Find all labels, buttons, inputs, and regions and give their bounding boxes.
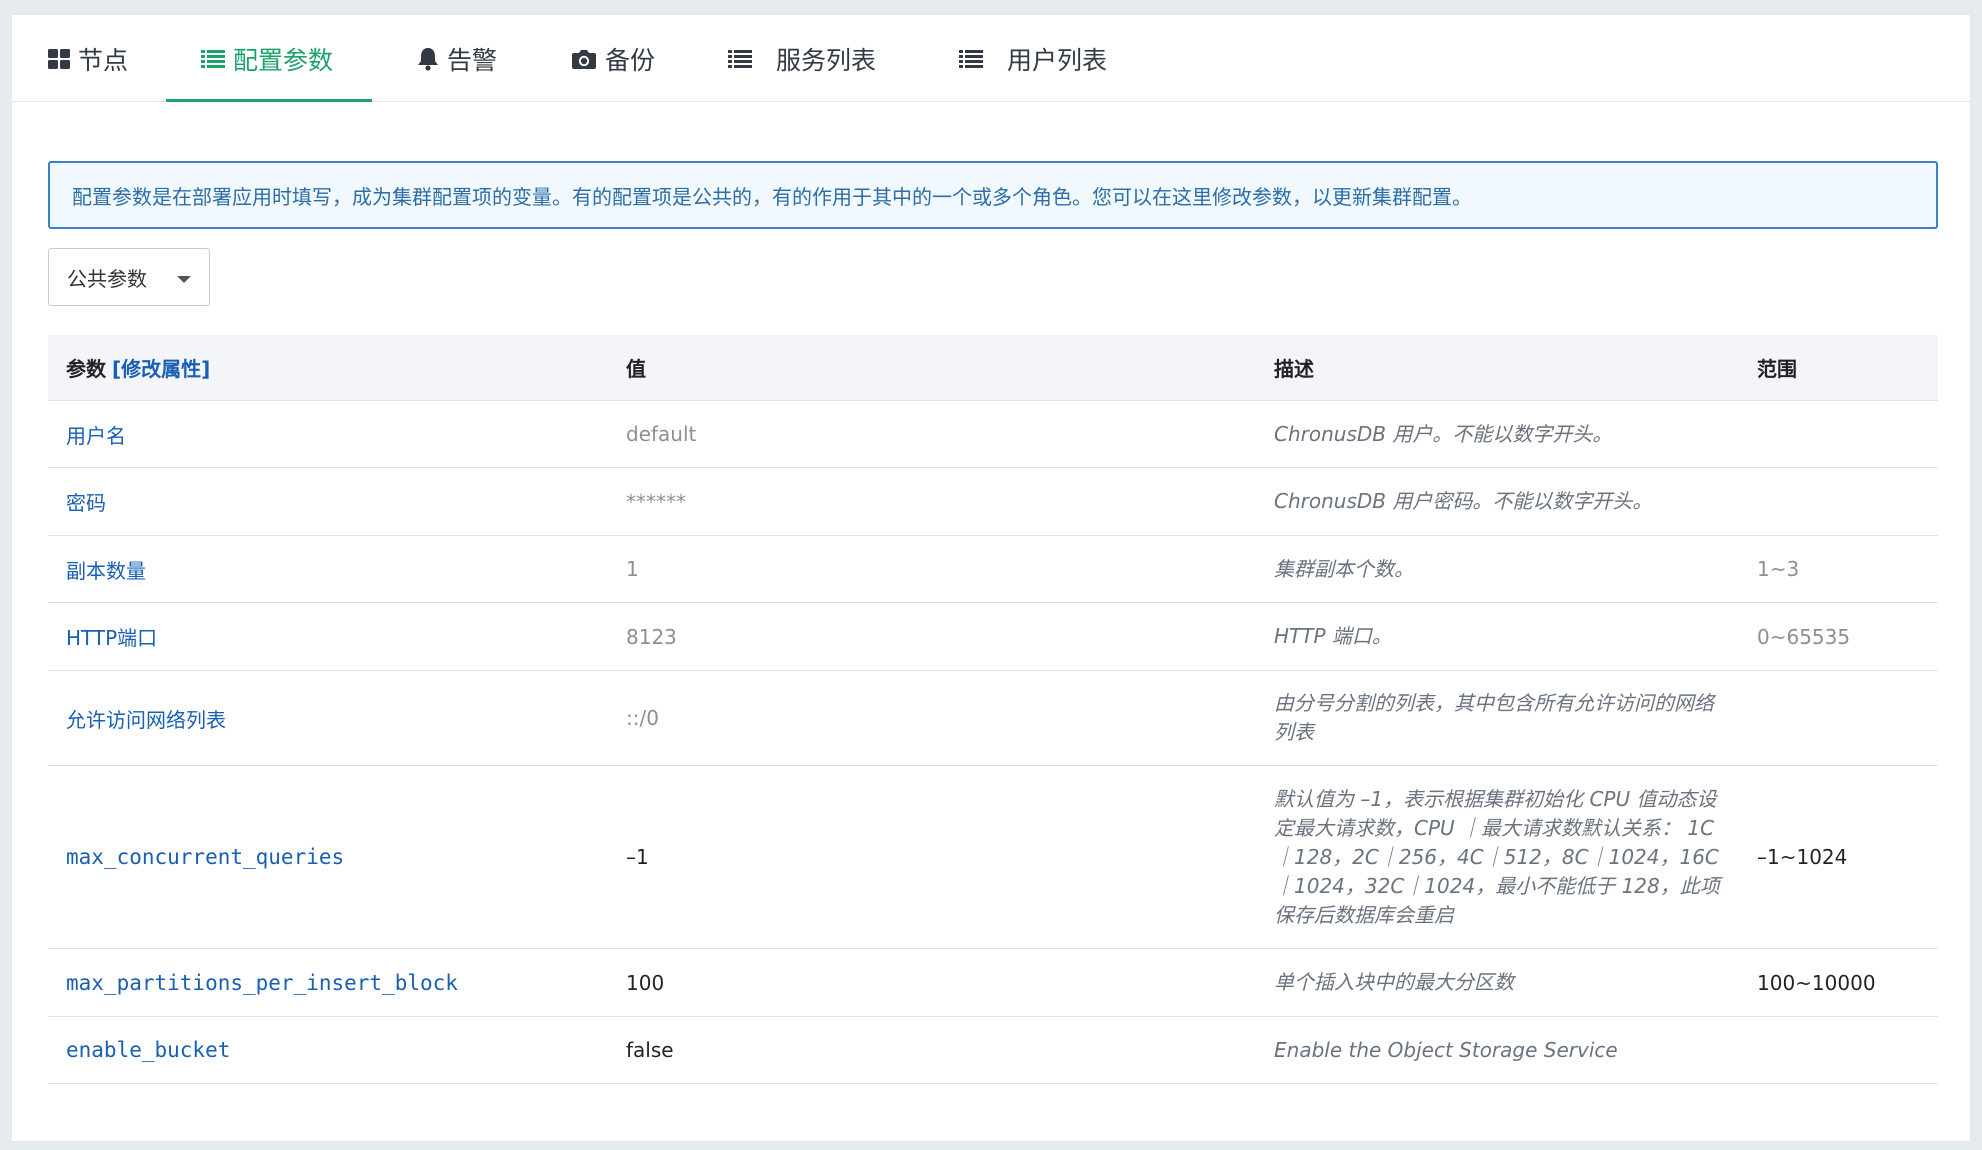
tab-nodes[interactable]: 节点	[48, 15, 128, 102]
param-name[interactable]: enable_bucket	[66, 1017, 230, 1083]
tab-label: 服务列表	[776, 45, 877, 75]
param-range: –1~1024	[1757, 845, 1848, 869]
info-alert: 配置参数是在部署应用时填写，成为集群配置项的变量。有的配置项是公共的，有的作用于…	[48, 161, 1938, 229]
bell-icon	[417, 47, 439, 71]
param-value: ******	[626, 489, 686, 514]
param-desc: HTTP 端口。	[1274, 624, 1392, 648]
param-name[interactable]: max_concurrent_queries	[66, 766, 344, 948]
header-param: 参数 [修改属性]	[66, 335, 210, 400]
param-value: 8123	[626, 624, 677, 649]
tab-label: 告警	[447, 45, 498, 75]
tab-backup[interactable]: 备份	[571, 15, 655, 102]
list-icon	[728, 49, 752, 69]
param-value: –1	[626, 845, 649, 869]
param-name[interactable]: 用户名	[66, 401, 126, 467]
param-value: 1	[626, 557, 639, 581]
param-desc: 默认值为 –1，表示根据集群初始化 CPU 值动态设定最大请求数，CPU ｜最大…	[1274, 786, 1720, 927]
tab-label: 备份	[605, 45, 656, 75]
param-desc: 集群副本个数。	[1274, 556, 1414, 581]
param-value: ::/0	[626, 706, 659, 730]
table-header: 参数 [修改属性] 值 描述 范围	[48, 335, 1938, 401]
tab-config-params[interactable]: 配置参数	[201, 15, 333, 102]
param-value: false	[626, 1038, 674, 1062]
table-row: 密码 ****** ChronusDB 用户密码。不能以数字开头。	[48, 468, 1938, 536]
header-range: 范围	[1757, 357, 1797, 381]
param-name[interactable]: HTTP端口	[66, 603, 157, 670]
tab-label: 配置参数	[233, 45, 334, 75]
tab-alerts[interactable]: 告警	[417, 15, 497, 102]
header-desc: 描述	[1274, 357, 1314, 381]
table-row: 副本数量 1 集群副本个数。 1~3	[48, 536, 1938, 603]
table-row: max_partitions_per_insert_block 100 单个插入…	[48, 949, 1938, 1017]
param-value: default	[626, 422, 697, 446]
param-scope-select[interactable]: 公共参数	[48, 248, 210, 306]
tab-bar: 节点 配置参数 告警 备份 服务列表 用户列表	[12, 15, 1970, 102]
config-params-table: 参数 [修改属性] 值 描述 范围 用户名 default ChronusDB …	[48, 335, 1938, 1084]
table-row: enable_bucket false Enable the Object St…	[48, 1017, 1938, 1084]
param-desc: ChronusDB 用户密码。不能以数字开头。	[1274, 489, 1653, 513]
camera-icon	[571, 48, 597, 70]
param-scope-selected: 公共参数	[67, 266, 147, 291]
table-row: 用户名 default ChronusDB 用户。不能以数字开头。	[48, 401, 1938, 468]
param-value: 100	[626, 970, 665, 995]
param-name[interactable]: max_partitions_per_insert_block	[66, 949, 458, 1016]
header-param-label: 参数	[66, 357, 106, 381]
header-value: 值	[626, 357, 646, 381]
param-range: 0~65535	[1757, 624, 1851, 649]
grid-icon	[48, 48, 70, 69]
param-desc: ChronusDB 用户。不能以数字开头。	[1274, 421, 1613, 446]
tab-label: 用户列表	[1007, 45, 1108, 75]
config-panel: 节点 配置参数 告警 备份 服务列表 用户列表 配置参数是在部署应用时填写，成为…	[11, 14, 1971, 1142]
table-row: max_concurrent_queries –1 默认值为 –1，表示根据集群…	[48, 766, 1938, 949]
tab-service-list[interactable]: 服务列表	[728, 15, 876, 102]
edit-attributes-link[interactable]: [修改属性]	[112, 353, 210, 382]
param-desc: 单个插入块中的最大分区数	[1274, 970, 1514, 994]
list-icon	[201, 49, 225, 69]
table-row: HTTP端口 8123 HTTP 端口。 0~65535	[48, 603, 1938, 671]
tab-label: 节点	[78, 45, 129, 75]
param-range: 100~10000	[1757, 970, 1876, 995]
active-tab-indicator	[166, 99, 372, 102]
param-name[interactable]: 副本数量	[66, 536, 146, 602]
param-range: 1~3	[1757, 557, 1800, 581]
caret-down-icon	[177, 276, 191, 283]
table-row: 允许访问网络列表 ::/0 由分号分割的列表，其中包含所有允许访问的网络列表	[48, 671, 1938, 766]
param-desc: Enable the Object Storage Service	[1274, 1037, 1618, 1062]
tab-user-list[interactable]: 用户列表	[959, 15, 1107, 102]
info-alert-text: 配置参数是在部署应用时填写，成为集群配置项的变量。有的配置项是公共的，有的作用于…	[72, 184, 1472, 209]
param-desc: 由分号分割的列表，其中包含所有允许访问的网络列表	[1274, 691, 1714, 744]
param-name[interactable]: 允许访问网络列表	[66, 671, 226, 765]
param-name[interactable]: 密码	[66, 468, 106, 535]
list-icon	[959, 49, 983, 69]
